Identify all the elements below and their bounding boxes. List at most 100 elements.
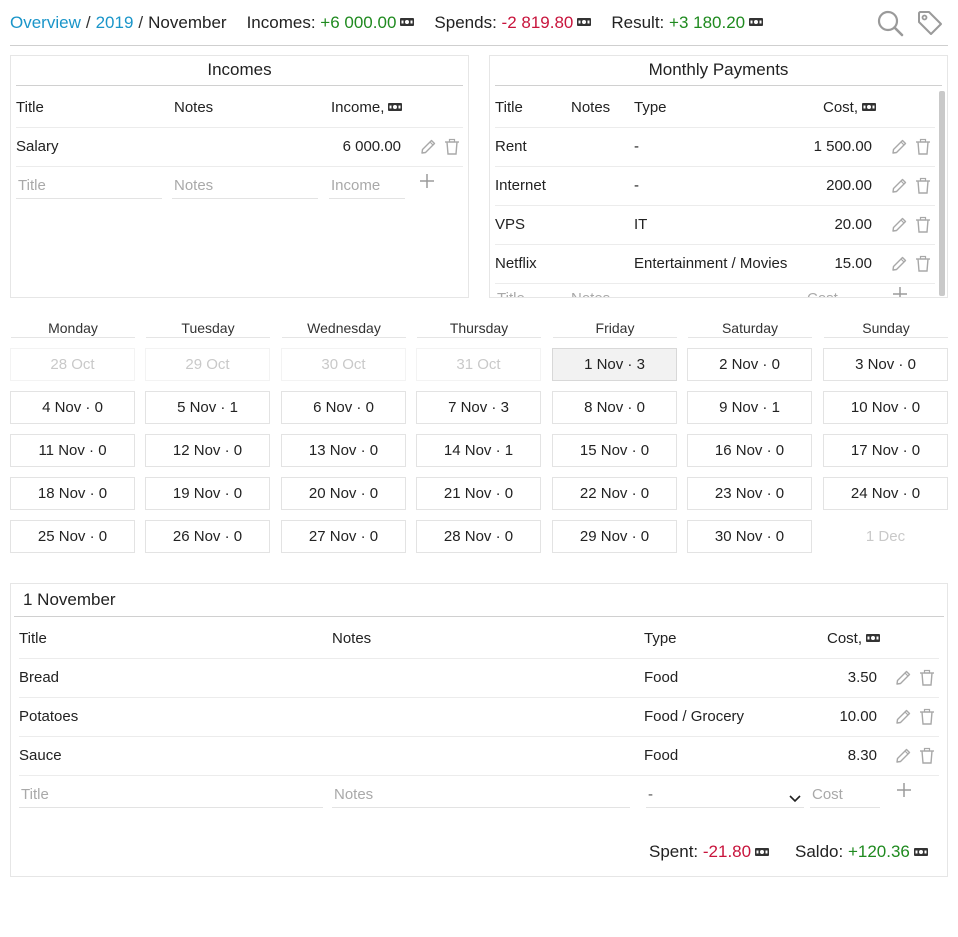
calendar-day[interactable]: 7 Nov · 3 [416, 391, 541, 424]
expense-cost: 3.50 [847, 669, 877, 686]
table-row: Potatoes Food / Grocery 10.00 [19, 698, 939, 737]
money-icon [577, 18, 592, 27]
spends-summary-label: Spends: [434, 12, 497, 32]
calendar-day[interactable]: 15 Nov · 0 [552, 434, 677, 467]
calendar-day[interactable]: 4 Nov · 0 [10, 391, 135, 424]
trash-icon[interactable] [914, 216, 932, 234]
calendar-day[interactable]: 13 Nov · 0 [281, 434, 406, 467]
breadcrumb-month: November [148, 12, 227, 32]
calendar-day[interactable]: 10 Nov · 0 [823, 391, 948, 424]
pencil-icon[interactable] [894, 708, 912, 726]
calendar-day[interactable]: 5 Nov · 1 [145, 391, 270, 424]
trash-icon[interactable] [914, 255, 932, 273]
calendar-day-selected[interactable]: 1 Nov · 3 [552, 348, 677, 381]
calendar-day[interactable]: 23 Nov · 0 [687, 477, 812, 510]
money-icon [400, 18, 415, 27]
column-header-type: Type [644, 630, 677, 647]
new-payment-notes-input[interactable] [569, 286, 629, 297]
chevron-down-icon[interactable] [789, 790, 801, 803]
calendar-day[interactable]: 3 Nov · 0 [823, 348, 948, 381]
new-expense-title-input[interactable] [19, 782, 323, 808]
calendar-day[interactable]: 12 Nov · 0 [145, 434, 270, 467]
incomes-table: Title Notes Income, Salary 6 000.00 [16, 89, 463, 289]
calendar-day[interactable]: 17 Nov · 0 [823, 434, 948, 467]
column-header-title: Title [16, 99, 44, 116]
payment-cost: 1 500.00 [813, 138, 872, 155]
calendar-day[interactable]: 24 Nov · 0 [823, 477, 948, 510]
new-payment-title-input[interactable] [495, 286, 561, 297]
new-income-title-input[interactable] [16, 173, 162, 199]
new-expense-notes-input[interactable] [332, 782, 630, 808]
calendar-day[interactable]: 22 Nov · 0 [552, 477, 677, 510]
breadcrumb-year[interactable]: 2019 [96, 13, 134, 33]
breadcrumb-overview[interactable]: Overview [10, 13, 81, 33]
calendar-day-outside-month: 1 Dec [823, 520, 948, 553]
calendar-day[interactable]: 8 Nov · 0 [552, 391, 677, 424]
calendar-day[interactable]: 20 Nov · 0 [281, 477, 406, 510]
tag-icon[interactable] [916, 9, 944, 37]
expense-type: Food [644, 669, 679, 686]
table-row: Netflix Entertainment / Movies 15.00 [495, 245, 935, 284]
calendar-day[interactable]: 2 Nov · 0 [687, 348, 812, 381]
column-header-income: Income, [331, 89, 403, 127]
payment-cost: 200.00 [826, 177, 872, 194]
pencil-icon[interactable] [894, 669, 912, 687]
calendar-day[interactable]: 14 Nov · 1 [416, 434, 541, 467]
scrollbar[interactable] [939, 91, 945, 296]
trash-icon[interactable] [914, 138, 932, 156]
pencil-icon[interactable] [890, 177, 908, 195]
calendar-day[interactable]: 21 Nov · 0 [416, 477, 541, 510]
spends-summary-value: -2 819.80 [501, 12, 574, 32]
column-header-cost: Cost, [827, 620, 881, 658]
add-income-button[interactable] [417, 171, 437, 191]
calendar-day[interactable]: 6 Nov · 0 [281, 391, 406, 424]
trash-icon[interactable] [443, 138, 461, 156]
new-payment-cost-input[interactable] [805, 286, 875, 297]
trash-icon[interactable] [918, 669, 936, 687]
calendar-day[interactable]: 30 Nov · 0 [687, 520, 812, 553]
pencil-icon[interactable] [890, 216, 908, 234]
payment-type: IT [634, 216, 648, 233]
result-summary-label: Result: [611, 12, 665, 32]
payment-type: - [634, 138, 639, 155]
calendar-day[interactable]: 28 Nov · 0 [416, 520, 541, 553]
payment-cost: 15.00 [834, 255, 872, 272]
calendar-day[interactable]: 26 Nov · 0 [145, 520, 270, 553]
calendar-day-outside-month: 29 Oct [145, 348, 270, 381]
calendar-day[interactable]: 16 Nov · 0 [687, 434, 812, 467]
table-row: Rent - 1 500.00 [495, 128, 935, 167]
spent-value: -21.80 [702, 842, 752, 861]
add-expense-button[interactable] [894, 780, 914, 800]
payment-title: Internet [495, 177, 546, 194]
calendar-day-outside-month: 30 Oct [281, 348, 406, 381]
search-icon[interactable] [876, 9, 904, 37]
pencil-icon[interactable] [419, 138, 437, 156]
trash-icon[interactable] [914, 177, 932, 195]
pencil-icon[interactable] [894, 747, 912, 765]
column-header-notes: Notes [174, 99, 214, 116]
new-income-amount-input[interactable] [329, 173, 405, 199]
pencil-icon[interactable] [890, 255, 908, 273]
new-expense-cost-input[interactable] [810, 782, 880, 808]
calendar-day[interactable]: 11 Nov · 0 [10, 434, 135, 467]
calendar-day[interactable]: 9 Nov · 1 [687, 391, 812, 424]
pencil-icon[interactable] [890, 138, 908, 156]
new-expense-type-select[interactable]: - [646, 782, 804, 808]
incomes-panel-title: Incomes [16, 56, 463, 86]
day-expenses-table: Title Notes Type Cost, Bread Food 3.50 P… [19, 620, 939, 820]
day-panel-title: 1 November [14, 584, 944, 617]
column-header-notes: Notes [571, 99, 611, 116]
trash-icon[interactable] [918, 747, 936, 765]
calendar-day[interactable]: 25 Nov · 0 [10, 520, 135, 553]
money-icon [913, 847, 928, 856]
weekday-label: Tuesday [146, 318, 270, 338]
calendar-day[interactable]: 19 Nov · 0 [145, 477, 270, 510]
incomes-panel: Incomes Title Notes Income, Salary 6 000… [10, 55, 469, 298]
calendar-day[interactable]: 27 Nov · 0 [281, 520, 406, 553]
calendar-day[interactable]: 29 Nov · 0 [552, 520, 677, 553]
new-income-notes-input[interactable] [172, 173, 318, 199]
calendar-day[interactable]: 18 Nov · 0 [10, 477, 135, 510]
trash-icon[interactable] [918, 708, 936, 726]
weekday-label: Saturday [688, 318, 812, 338]
add-payment-button[interactable] [890, 284, 910, 297]
